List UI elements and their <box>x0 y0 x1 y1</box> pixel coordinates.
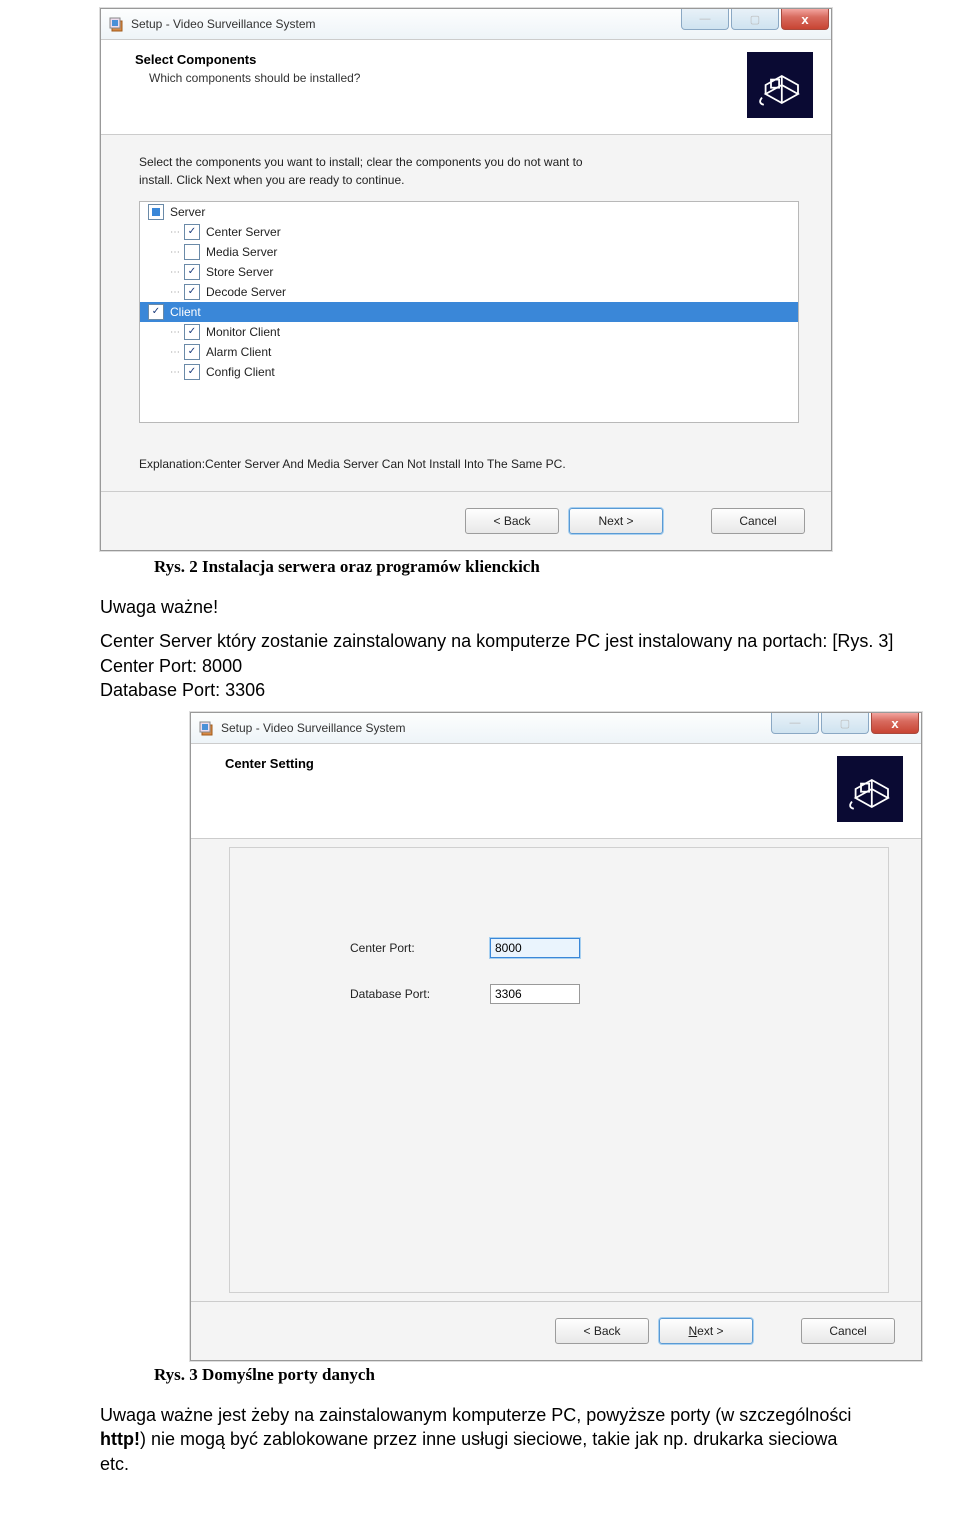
wizard-logo <box>837 756 903 822</box>
maximize-button[interactable]: ▢ <box>731 9 779 30</box>
page-subtitle: Which components should be installed? <box>149 71 737 85</box>
database-port-label: Database Port: <box>350 987 490 1001</box>
component-tree[interactable]: Server ⋯ ✓ Center Server ⋯ Media Server … <box>139 201 799 423</box>
tree-connector-icon: ⋯ <box>170 287 180 298</box>
body-paragraph-4: Uwaga ważne jest żeby na zainstalowanym … <box>100 1403 870 1476</box>
installer-icon <box>107 15 125 33</box>
page-title: Select Components <box>135 52 737 67</box>
body-panel: Center Port: Database Port: <box>191 839 921 1301</box>
cancel-button[interactable]: Cancel <box>711 508 805 534</box>
minimize-button[interactable]: — <box>771 713 819 734</box>
database-port-row: Database Port: <box>350 984 888 1004</box>
button-bar: < Back Next > Cancel <box>101 491 831 550</box>
titlebar: Setup - Video Surveillance System — ▢ x <box>101 9 831 40</box>
database-port-input[interactable] <box>490 984 580 1004</box>
figure-caption-1: Rys. 2 Instalacja serwera oraz programów… <box>154 557 900 577</box>
installer-window-1: Setup - Video Surveillance System — ▢ x … <box>100 8 832 551</box>
next-button[interactable]: Next > <box>569 508 663 534</box>
window-title: Setup - Video Surveillance System <box>221 721 406 735</box>
settings-form: Center Port: Database Port: <box>229 847 889 1293</box>
checkbox-icon[interactable]: ✓ <box>184 224 200 240</box>
body-paragraph-3: Database Port: 3306 <box>100 678 870 702</box>
explanation-text: Explanation:Center Server And Media Serv… <box>139 457 799 471</box>
header-panel: Center Setting <box>191 744 921 839</box>
tree-item-monitor-client[interactable]: ⋯ ✓ Monitor Client <box>140 322 798 342</box>
installer-icon <box>197 719 215 737</box>
window-buttons: — ▢ x <box>681 9 831 30</box>
wizard-logo <box>747 52 813 118</box>
installer-window-2: Setup - Video Surveillance System — ▢ x … <box>190 712 922 1361</box>
center-port-label: Center Port: <box>350 941 490 955</box>
tree-item-server[interactable]: Server <box>140 202 798 222</box>
tree-connector-icon: ⋯ <box>170 267 180 278</box>
tree-connector-icon: ⋯ <box>170 327 180 338</box>
checkbox-icon[interactable]: ✓ <box>184 344 200 360</box>
center-port-input[interactable] <box>490 938 580 958</box>
checkbox-icon[interactable]: ✓ <box>184 284 200 300</box>
tree-item-client[interactable]: ✓ Client <box>140 302 798 322</box>
button-bar: < Back Next > Cancel <box>191 1301 921 1360</box>
tree-item-config-client[interactable]: ⋯ ✓ Config Client <box>140 362 798 382</box>
warning-heading-1: Uwaga ważne! <box>100 595 870 619</box>
checkbox-icon[interactable]: ✓ <box>184 364 200 380</box>
tree-item-media-server[interactable]: ⋯ Media Server <box>140 242 798 262</box>
tree-connector-icon: ⋯ <box>170 247 180 258</box>
window-buttons: — ▢ x <box>771 713 921 734</box>
center-port-row: Center Port: <box>350 938 888 958</box>
page-title: Center Setting <box>225 756 827 771</box>
minimize-button[interactable]: — <box>681 9 729 30</box>
checkbox-icon[interactable] <box>184 244 200 260</box>
instruction-text: Select the components you want to instal… <box>139 153 799 189</box>
checkbox-icon[interactable]: ✓ <box>184 324 200 340</box>
body-paragraph-2: Center Port: 8000 <box>100 654 900 678</box>
back-button[interactable]: < Back <box>555 1318 649 1344</box>
tree-item-store-server[interactable]: ⋯ ✓ Store Server <box>140 262 798 282</box>
titlebar: Setup - Video Surveillance System — ▢ x <box>191 713 921 744</box>
next-button[interactable]: Next > <box>659 1318 753 1344</box>
close-button[interactable]: x <box>781 9 829 30</box>
figure-caption-2: Rys. 3 Domyślne porty danych <box>154 1365 900 1385</box>
checkbox-mixed-icon[interactable] <box>148 204 164 220</box>
body-panel: Select the components you want to instal… <box>101 135 831 491</box>
checkbox-icon[interactable]: ✓ <box>148 304 164 320</box>
body-paragraph-1: Center Server który zostanie zainstalowa… <box>100 629 900 653</box>
tree-item-decode-server[interactable]: ⋯ ✓ Decode Server <box>140 282 798 302</box>
cancel-button[interactable]: Cancel <box>801 1318 895 1344</box>
maximize-button[interactable]: ▢ <box>821 713 869 734</box>
header-panel: Select Components Which components shoul… <box>101 40 831 135</box>
tree-connector-icon: ⋯ <box>170 347 180 358</box>
tree-item-center-server[interactable]: ⋯ ✓ Center Server <box>140 222 798 242</box>
back-button[interactable]: < Back <box>465 508 559 534</box>
tree-item-alarm-client[interactable]: ⋯ ✓ Alarm Client <box>140 342 798 362</box>
tree-connector-icon: ⋯ <box>170 367 180 378</box>
checkbox-icon[interactable]: ✓ <box>184 264 200 280</box>
window-title: Setup - Video Surveillance System <box>131 17 316 31</box>
close-button[interactable]: x <box>871 713 919 734</box>
tree-connector-icon: ⋯ <box>170 227 180 238</box>
